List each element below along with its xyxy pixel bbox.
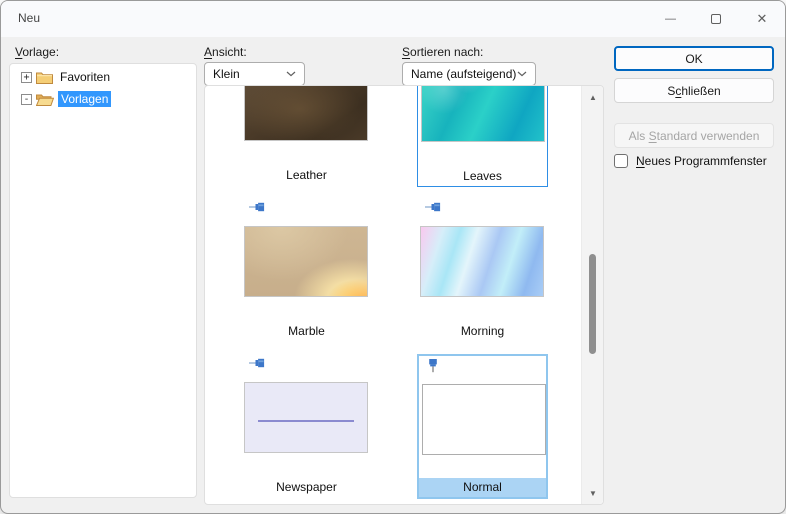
template-gallery: Leather Leaves Marble Morning Newspaper …: [204, 85, 604, 505]
sort-select-value: Name (aufsteigend): [411, 67, 517, 81]
template-name: Leather: [286, 168, 327, 182]
scrollbar-thumb[interactable]: [589, 254, 596, 354]
chevron-down-icon: [286, 71, 296, 77]
unpin-icon[interactable]: [249, 356, 266, 374]
template-gallery-viewport: Leather Leaves Marble Morning Newspaper …: [205, 86, 581, 504]
closed-folder-icon: [36, 71, 53, 84]
template-item-leaves[interactable]: Leaves: [417, 86, 548, 187]
minimize-icon: —: [665, 13, 676, 25]
checkbox-unchecked-icon[interactable]: [614, 154, 628, 168]
close-dialog-button[interactable]: Schließen: [614, 78, 774, 103]
template-item-marble[interactable]: Marble: [241, 198, 372, 343]
minimize-button[interactable]: —: [647, 1, 693, 37]
view-select-value: Klein: [213, 67, 240, 81]
template-thumbnail-leaves[interactable]: [421, 86, 545, 142]
ok-button[interactable]: OK: [614, 46, 774, 71]
sort-select[interactable]: Name (aufsteigend): [402, 62, 536, 86]
window-controls: — ✕: [647, 1, 785, 37]
new-window-label: Neues Programmfenster: [636, 154, 767, 168]
view-select[interactable]: Klein: [204, 62, 305, 86]
template-tree: + Favoriten - Vorlagen: [9, 63, 197, 498]
template-name: Newspaper: [276, 480, 337, 494]
template-item-newspaper[interactable]: Newspaper: [241, 354, 372, 499]
view-label: Ansicht:: [204, 45, 247, 59]
unpin-icon[interactable]: [249, 200, 266, 218]
tree-item-label: Favoriten: [60, 70, 111, 84]
new-document-dialog: Neu — ✕ Vorlage: + Favoriten - Vorlagen …: [0, 0, 786, 514]
open-folder-icon: [36, 93, 54, 106]
close-button[interactable]: ✕: [739, 1, 785, 37]
template-thumbnail-leather[interactable]: [244, 86, 368, 141]
template-tree-label: Vorlage:: [15, 45, 60, 59]
collapse-icon[interactable]: -: [21, 93, 32, 105]
tree-item-favoriten[interactable]: + Favoriten: [10, 68, 196, 86]
template-thumbnail-marble[interactable]: [244, 226, 368, 297]
chevron-down-icon: [517, 71, 527, 77]
expand-icon[interactable]: +: [21, 71, 32, 83]
new-window-option[interactable]: Neues Programmfenster: [614, 154, 767, 168]
gallery-scrollbar[interactable]: ▲ ▼: [581, 86, 603, 504]
titlebar: Neu — ✕: [1, 1, 785, 37]
template-name: Morning: [460, 324, 505, 338]
maximize-icon: [711, 14, 721, 24]
tree-item-label: Vorlagen: [58, 91, 112, 107]
template-thumbnail-morning[interactable]: [420, 226, 544, 297]
scroll-down-icon[interactable]: ▼: [582, 484, 604, 502]
template-name: Normal: [419, 478, 546, 497]
scroll-up-icon[interactable]: ▲: [582, 88, 604, 106]
window-title: Neu: [18, 11, 41, 25]
template-name: Marble: [288, 324, 325, 338]
tree-item-vorlagen[interactable]: - Vorlagen: [10, 90, 196, 108]
unpin-icon[interactable]: [425, 200, 442, 218]
sort-label: Sortieren nach:: [402, 45, 484, 59]
template-item-normal[interactable]: Normal: [417, 354, 548, 499]
template-thumbnail-newspaper[interactable]: [244, 382, 368, 453]
template-name: Leaves: [463, 169, 502, 183]
template-item-leather[interactable]: Leather: [241, 86, 372, 187]
template-thumbnail-normal[interactable]: [422, 384, 546, 455]
set-default-button: Als Standard verwenden: [614, 123, 774, 148]
close-icon: ✕: [756, 11, 768, 26]
template-item-morning[interactable]: Morning: [417, 198, 548, 343]
maximize-button[interactable]: [693, 1, 739, 37]
pinned-icon[interactable]: [427, 358, 439, 379]
